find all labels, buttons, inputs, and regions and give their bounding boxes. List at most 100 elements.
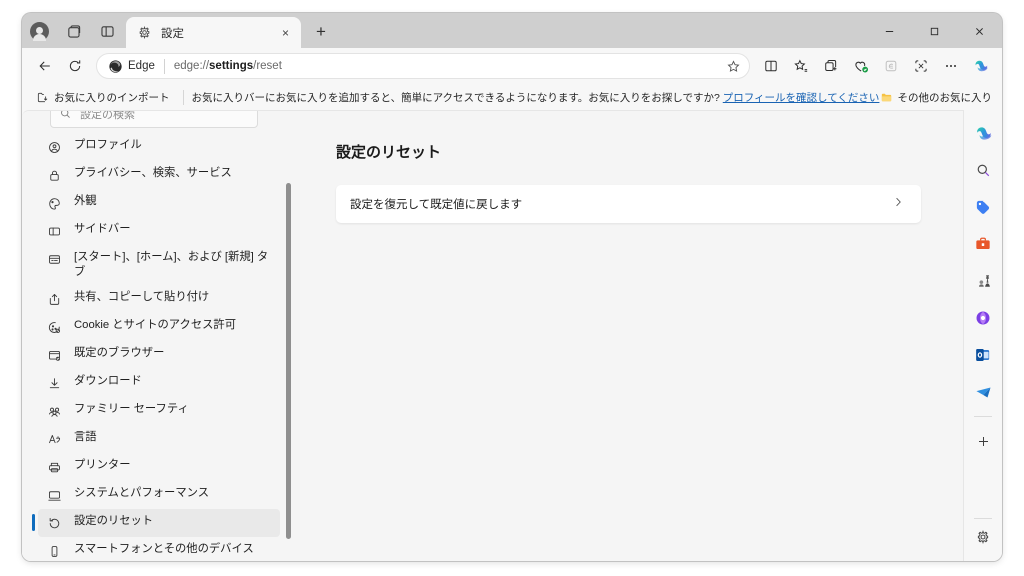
edge-site-badge: Edge xyxy=(108,59,155,74)
browser-tab-settings[interactable]: 設定 × xyxy=(126,17,301,48)
sidebar-item-label: 既定のブラウザー xyxy=(74,347,165,359)
other-favorites-label: その他のお気に入り xyxy=(897,91,993,104)
other-favorites-button[interactable]: その他のお気に入り xyxy=(880,90,997,105)
sidebar-item-label: サイドバー xyxy=(74,223,131,235)
sidebar-icon xyxy=(46,223,63,240)
profile-icon xyxy=(46,139,63,156)
sidebar-item-cookies[interactable]: Cookie とサイトのアクセス許可 xyxy=(38,313,280,341)
tab-close-button[interactable]: × xyxy=(276,23,295,42)
page-title: 設定のリセット xyxy=(336,144,442,161)
sidebar-item-label: ダウンロード xyxy=(74,375,142,387)
window-controls xyxy=(867,15,1002,48)
tab-actions-button[interactable] xyxy=(90,15,124,48)
rail-settings-button[interactable] xyxy=(968,522,998,552)
rail-divider xyxy=(974,416,992,417)
extensions-button[interactable] xyxy=(876,52,906,80)
new-tab-button[interactable]: + xyxy=(307,18,335,46)
edge-badge-label: Edge xyxy=(128,60,155,72)
add-favorite-icon[interactable] xyxy=(721,55,745,77)
sidebar-item-share-copy-paste[interactable]: 共有、コピーして貼り付け xyxy=(38,285,280,313)
maximize-button[interactable] xyxy=(912,15,957,48)
sidebar-item-profile[interactable]: プロファイル xyxy=(38,133,280,161)
sidebar-item-phone-devices[interactable]: スマートフォンとその他のデバイス xyxy=(38,537,280,561)
browser-toolbar: Edge edge://settings/reset xyxy=(22,48,1002,84)
import-favorites-label: お気に入りのインポート xyxy=(54,91,170,104)
sidebar-item-sidebar[interactable]: サイドバー xyxy=(38,217,280,245)
rail-tools-button[interactable] xyxy=(968,229,998,259)
browser-essentials-icon xyxy=(854,61,868,72)
sidebar-item-language[interactable]: 言語 xyxy=(38,425,280,453)
sidebar-item-family-safety[interactable]: ファミリー セーフティ xyxy=(38,397,280,425)
back-button[interactable] xyxy=(30,52,60,80)
default-browser-icon xyxy=(46,347,63,364)
rail-games-button[interactable] xyxy=(968,266,998,296)
download-icon xyxy=(46,375,63,392)
rail-search-button[interactable] xyxy=(968,155,998,185)
import-favorites-button[interactable]: お気に入りのインポート xyxy=(31,88,175,107)
reset-settings-icon xyxy=(46,515,63,532)
sidebar-item-printer[interactable]: プリンター xyxy=(38,453,280,481)
import-favorites-icon xyxy=(37,92,48,102)
rail-outlook-button[interactable] xyxy=(968,340,998,370)
sidebar-item-default-browser[interactable]: 既定のブラウザー xyxy=(38,341,280,369)
lock-icon xyxy=(46,167,63,184)
tab-title: 設定 xyxy=(161,27,184,40)
rail-shopping-button[interactable] xyxy=(968,192,998,222)
sidebar-item-reset-settings[interactable]: 設定のリセット xyxy=(32,509,280,537)
settings-page: 設定の検索 プロファイルプライバシー、検索、サービス外観サイドバー [スタート]、… xyxy=(22,110,964,561)
split-screen-button[interactable] xyxy=(756,52,786,80)
profile-button[interactable] xyxy=(22,15,56,48)
collections-button[interactable] xyxy=(816,52,846,80)
sidebar-item-label: 共有、コピーして貼り付け xyxy=(74,291,210,303)
sidebar-item-label: プロファイル xyxy=(74,139,142,151)
sidebar-item-label: 設定のリセット xyxy=(74,515,154,527)
tools-briefcase-icon xyxy=(976,237,990,250)
rail-bottom-divider xyxy=(974,518,992,519)
address-bar-url: edge://settings/reset xyxy=(173,60,282,72)
sidebar-item-download[interactable]: ダウンロード xyxy=(38,369,280,397)
favorites-icon xyxy=(794,59,808,72)
favorites-button[interactable] xyxy=(786,52,816,80)
workspaces-button[interactable] xyxy=(56,15,90,48)
content-frame: 設定の検索 プロファイルプライバシー、検索、サービス外観サイドバー [スタート]、… xyxy=(22,110,1002,561)
account-avatar-icon xyxy=(29,22,49,41)
address-bar[interactable]: Edge edge://settings/reset xyxy=(96,53,750,79)
favorites-bar: お気に入りのインポート お気に入りバーにお気に入りを追加すると、簡単にアクセスで… xyxy=(22,84,1002,110)
browser-essentials-button[interactable] xyxy=(846,52,876,80)
rail-add-button[interactable] xyxy=(968,426,998,456)
sidebar-item-label: スマートフォンとその他のデバイス xyxy=(74,543,254,555)
language-icon xyxy=(46,431,63,448)
rail-copilot-button[interactable] xyxy=(968,118,998,148)
sidebar-item-label: プライバシー、検索、サービス xyxy=(74,167,232,179)
shopping-tag-icon xyxy=(976,200,990,214)
sidebar-item-label: 言語 xyxy=(74,431,97,443)
copilot-icon xyxy=(975,60,988,72)
edge-logo-icon xyxy=(109,59,122,73)
start-home-tabs-icon xyxy=(46,251,63,268)
rail-m365-button[interactable] xyxy=(968,303,998,333)
check-profile-link[interactable]: プロフィールを確認してください xyxy=(723,92,880,104)
refresh-button[interactable] xyxy=(60,52,90,80)
settings-and-more-button[interactable] xyxy=(936,52,966,80)
restore-settings-row[interactable]: 設定を復元して既定値に戻します xyxy=(336,185,921,223)
address-bar-separator xyxy=(163,58,165,74)
sidebar-item-lock[interactable]: プライバシー、検索、サービス xyxy=(38,161,280,189)
sidebar-item-label: システムとパフォーマンス xyxy=(74,487,209,499)
extensions-e-icon xyxy=(885,60,897,72)
sidebar-item-start-home-tabs[interactable]: [スタート]、[ホーム]、および [新規] タブ xyxy=(38,245,280,285)
sidebar-item-appearance[interactable]: 外観 xyxy=(38,189,280,217)
copilot-icon xyxy=(976,126,991,140)
screenshot-button[interactable] xyxy=(906,52,936,80)
close-button[interactable] xyxy=(957,15,1002,48)
settings-nav-scrollbar[interactable] xyxy=(286,183,291,539)
minimize-button[interactable] xyxy=(867,15,912,48)
workspaces-icon xyxy=(67,25,80,38)
settings-navigation: 設定の検索 プロファイルプライバシー、検索、サービス外観サイドバー [スタート]、… xyxy=(22,111,294,561)
rail-drop-button[interactable] xyxy=(968,377,998,407)
restore-settings-label: 設定を復元して既定値に戻します xyxy=(350,199,523,211)
search-icon xyxy=(977,164,989,176)
sidebar-item-system-performance[interactable]: システムとパフォーマンス xyxy=(38,481,280,509)
settings-search-box[interactable]: 設定の検索 xyxy=(50,111,258,128)
copilot-button[interactable] xyxy=(966,52,996,80)
split-screen-icon xyxy=(765,60,777,72)
